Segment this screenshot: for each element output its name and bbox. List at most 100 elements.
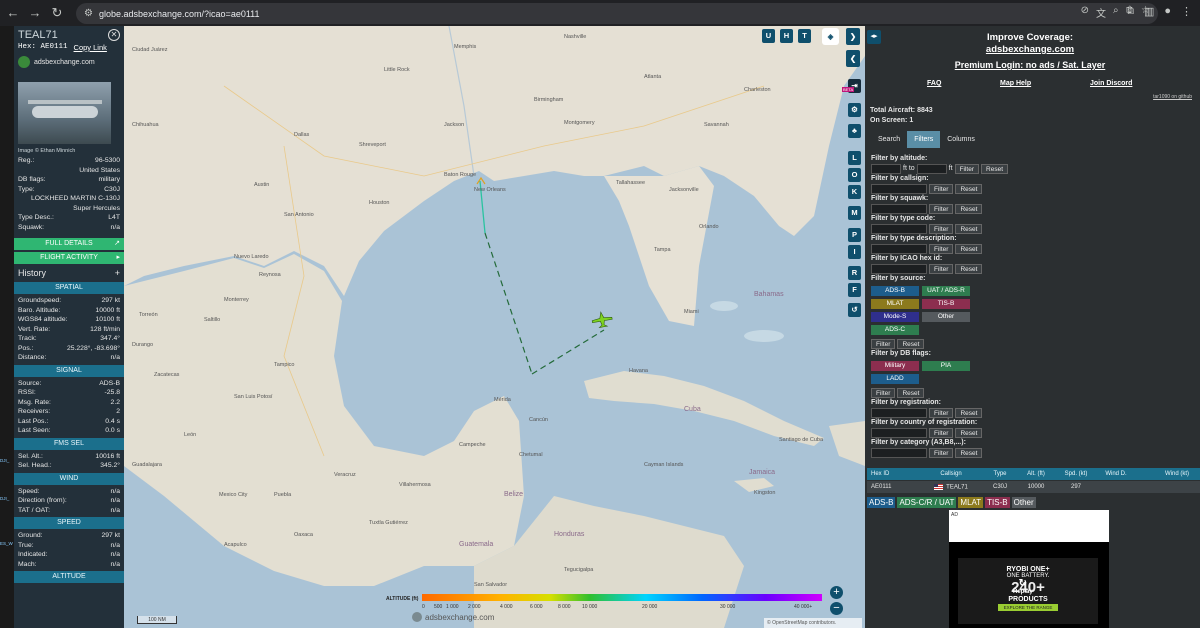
filter-input[interactable] <box>871 427 927 438</box>
filter-button[interactable]: Filter <box>929 447 954 458</box>
column-header[interactable]: Hex ID <box>867 471 919 477</box>
source-link[interactable]: adsbexchange.com <box>14 54 124 70</box>
profile-icon[interactable]: ● <box>1164 5 1171 18</box>
reset-button[interactable]: Reset <box>955 223 983 234</box>
filter-chip[interactable]: PIA <box>922 361 970 371</box>
filter-chip[interactable]: ADS-B <box>871 286 919 296</box>
reset-button[interactable]: Reset <box>955 243 983 254</box>
site-settings-icon[interactable]: ⚙ <box>84 8 93 19</box>
tab-search[interactable]: Search <box>871 131 907 148</box>
replay-icon[interactable]: ↺ <box>848 303 861 317</box>
map-canvas[interactable]: Memphis Atlanta Dallas Houston Baton Rouge Ta… <box>124 26 865 628</box>
improve-coverage-link[interactable]: adsbexchange.com <box>935 44 1125 56</box>
menu-icon[interactable]: ⋮ <box>1181 5 1192 18</box>
filter-chip[interactable]: LADD <box>871 374 919 384</box>
filter-chip[interactable]: Other <box>922 312 970 322</box>
reset-button[interactable]: Reset <box>955 263 983 274</box>
forward-icon[interactable]: → <box>26 4 44 22</box>
reset-button[interactable]: Reset <box>955 203 983 214</box>
filter-button[interactable]: Filter <box>929 427 954 438</box>
filter-input[interactable] <box>871 447 927 458</box>
filter-button[interactable]: Filter <box>929 203 954 214</box>
filter-chip[interactable]: Mode-S <box>871 312 919 322</box>
map-button-f[interactable]: F <box>848 283 861 297</box>
tab-filters[interactable]: Filters <box>907 131 941 148</box>
premium-login-link[interactable]: Premium Login: no ads / Sat. Layer <box>925 60 1135 70</box>
zoom-in-button[interactable]: + <box>830 586 843 599</box>
reset-button[interactable]: Reset <box>955 183 983 194</box>
ad-cta-button[interactable]: EXPLORE THE RANGE <box>997 604 1059 611</box>
filter-chip[interactable]: MLAT <box>871 299 919 309</box>
sidepanel-icon[interactable]: ▥ <box>1144 5 1154 18</box>
filter-chip[interactable]: Military <box>871 361 919 371</box>
filter-chip[interactable]: TIS-B <box>922 299 970 309</box>
extensions-icon[interactable]: ⧉ <box>1126 5 1134 18</box>
aircraft-marker[interactable] <box>591 310 613 329</box>
filter-button[interactable]: Filter <box>929 183 954 194</box>
aircraft-photo[interactable] <box>18 82 111 144</box>
map-attribution[interactable]: © OpenStreetMap contributors. <box>764 618 862 628</box>
filter-chip[interactable]: UAT / ADS-R <box>922 286 970 296</box>
address-bar[interactable]: ⚙ globe.adsbexchange.com/?icao=ae0111 ⊘ … <box>76 3 1158 24</box>
column-header[interactable]: Type <box>983 471 1017 477</box>
column-header[interactable]: Callsign <box>919 471 983 477</box>
reset-button[interactable]: Reset <box>955 427 983 438</box>
reset-button[interactable]: Reset <box>955 407 983 418</box>
advertisement[interactable]: AD RYOBI ONE+ ONE BATTERY. 240+ PRODUCTS… <box>949 510 1109 628</box>
filter-button[interactable]: Filter <box>929 407 954 418</box>
history-toggle[interactable]: History + <box>14 264 124 280</box>
map-button-o[interactable]: O <box>848 168 861 182</box>
filter-input[interactable] <box>871 183 927 194</box>
tab-columns[interactable]: Columns <box>940 131 982 148</box>
map-button-u[interactable]: U <box>762 29 775 43</box>
map-button-m[interactable]: M <box>848 206 861 220</box>
filter-button[interactable]: Filter <box>954 163 980 174</box>
filter-button[interactable]: Filter <box>929 263 954 274</box>
filter-input[interactable] <box>871 223 927 234</box>
sitemap-icon[interactable]: ♣ <box>848 124 861 138</box>
eye-off-icon[interactable]: ⊘ <box>1081 5 1089 20</box>
reset-button[interactable]: Reset <box>981 163 1009 174</box>
altitude-min-input[interactable] <box>871 163 901 174</box>
improve-coverage[interactable]: Improve Coverage: adsbexchange.com <box>935 32 1125 56</box>
copy-link[interactable]: Copy Link <box>74 43 107 52</box>
translate-icon[interactable]: 文 <box>1096 5 1106 20</box>
zoom-icon[interactable]: ⌕ <box>1113 5 1119 20</box>
filter-button[interactable]: Filter <box>929 223 954 234</box>
map-button-i[interactable]: I <box>848 245 861 259</box>
map-button-t[interactable]: T <box>798 29 811 43</box>
column-header[interactable]: Spd. (kt) <box>1055 471 1097 477</box>
discord-link[interactable]: Join Discord <box>1090 80 1132 87</box>
map-button-k[interactable]: K <box>848 185 861 199</box>
map-button-l[interactable]: L <box>848 151 861 165</box>
map-help-link[interactable]: Map Help <box>1000 80 1031 87</box>
filter-input[interactable] <box>871 407 927 418</box>
reset-button[interactable]: Reset <box>955 447 983 458</box>
filter-input[interactable] <box>871 203 927 214</box>
chevron-left-icon[interactable]: ❮ <box>846 50 860 67</box>
flight-activity-button[interactable]: FLIGHT ACTIVITY ▸ <box>14 252 124 264</box>
map-button-p[interactable]: P <box>848 228 861 242</box>
full-details-button[interactable]: FULL DETAILS ↗ <box>14 238 124 250</box>
back-icon[interactable]: ← <box>4 4 22 22</box>
reset-button[interactable]: Reset <box>897 338 925 349</box>
filter-button[interactable]: Filter <box>871 387 896 398</box>
reset-button[interactable]: Reset <box>897 387 925 398</box>
filter-input[interactable] <box>871 243 927 254</box>
ad-body[interactable]: RYOBI ONE+ ONE BATTERY. 240+ PRODUCTS EX… <box>949 542 1109 628</box>
column-header[interactable]: Wind D. <box>1097 471 1135 477</box>
column-header[interactable]: Alt. (ft) <box>1017 471 1055 477</box>
altitude-max-input[interactable] <box>916 163 947 174</box>
expand-collapse-icon[interactable]: ◂▸ <box>867 30 881 44</box>
filter-button[interactable]: Filter <box>929 243 954 254</box>
faq-link[interactable]: FAQ <box>927 80 941 87</box>
settings-icon[interactable]: ⚙ <box>848 103 861 117</box>
aircraft-icon[interactable] <box>591 310 613 329</box>
map-button-h[interactable]: H <box>780 29 793 43</box>
map-view[interactable]: Memphis Atlanta Dallas Houston Baton Rouge Ta… <box>124 26 865 628</box>
layers-icon[interactable]: ◈ <box>822 28 839 45</box>
reload-icon[interactable]: ↻ <box>48 4 66 22</box>
map-button-r[interactable]: R <box>848 266 861 280</box>
close-icon[interactable]: ✕ <box>108 29 120 41</box>
ad-replay-button[interactable]: ↻ Replay <box>1013 578 1033 595</box>
